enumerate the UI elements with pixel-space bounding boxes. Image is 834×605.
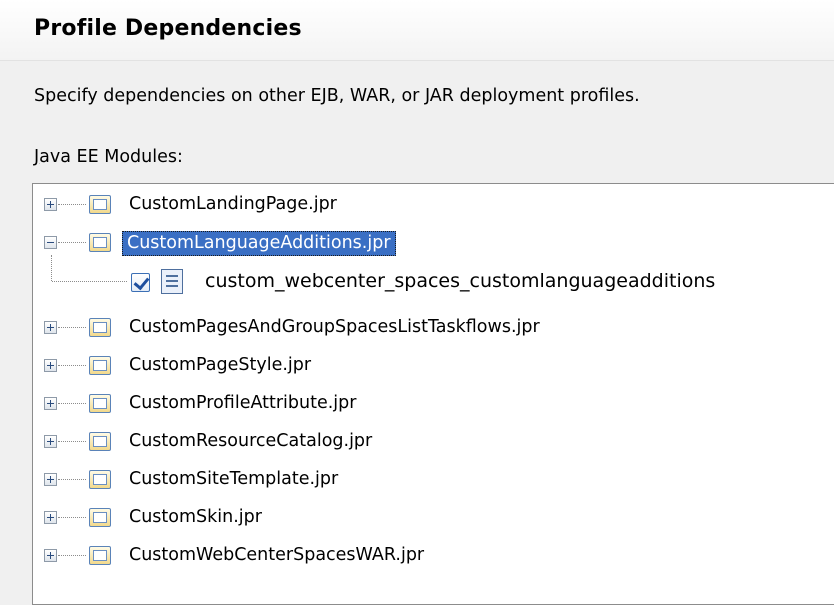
- tree-item-customprofileattribute[interactable]: CustomProfileAttribute.jpr: [33, 387, 834, 421]
- tree-item-customwebcenterspaceswar[interactable]: CustomWebCenterSpacesWAR.jpr: [33, 539, 834, 573]
- tree-item-label[interactable]: CustomSkin.jpr: [125, 506, 266, 529]
- java-ee-modules-label: Java EE Modules:: [34, 147, 183, 167]
- tree-item-label[interactable]: CustomSiteTemplate.jpr: [125, 468, 342, 491]
- label-rest: ava EE Modules:: [39, 147, 183, 167]
- page-title: Profile Dependencies: [34, 16, 302, 41]
- folder-icon: [89, 470, 111, 489]
- folder-icon: [89, 394, 111, 413]
- folder-icon: [89, 318, 111, 337]
- collapse-minus-icon[interactable]: [44, 236, 57, 249]
- expand-plus-icon[interactable]: [44, 511, 57, 524]
- tree-item-customskin[interactable]: CustomSkin.jpr: [33, 501, 834, 535]
- expand-plus-icon[interactable]: [44, 359, 57, 372]
- tree-item-customlanguageadditions[interactable]: CustomLanguageAdditions.jpr: [33, 226, 834, 260]
- folder-icon: [89, 233, 111, 252]
- document-icon: [161, 269, 183, 294]
- expand-plus-icon[interactable]: [44, 397, 57, 410]
- dependency-checkbox[interactable]: [131, 273, 150, 292]
- folder-icon: [89, 432, 111, 451]
- tree-item-label[interactable]: CustomPageStyle.jpr: [125, 354, 315, 377]
- tree-item-label[interactable]: CustomPagesAndGroupSpacesListTaskflows.j…: [125, 316, 544, 339]
- checkmark-icon: [133, 273, 150, 291]
- expand-plus-icon[interactable]: [44, 435, 57, 448]
- tree-item-label[interactable]: CustomProfileAttribute.jpr: [125, 392, 360, 415]
- expand-plus-icon[interactable]: [44, 321, 57, 334]
- folder-icon: [89, 508, 111, 527]
- tree-item-label[interactable]: CustomLandingPage.jpr: [125, 193, 341, 216]
- folder-icon: [89, 356, 111, 375]
- tree-item-custompagesandgroupspaces[interactable]: CustomPagesAndGroupSpacesListTaskflows.j…: [33, 311, 834, 345]
- folder-icon: [89, 546, 111, 565]
- modules-tree[interactable]: CustomLandingPage.jpr CustomLanguageAddi…: [32, 183, 834, 605]
- tree-item-customresourcecatalog[interactable]: CustomResourceCatalog.jpr: [33, 425, 834, 459]
- expand-plus-icon[interactable]: [44, 549, 57, 562]
- tree-child-label[interactable]: custom_webcenter_spaces_customlanguagead…: [205, 268, 715, 294]
- expand-plus-icon[interactable]: [44, 473, 57, 486]
- folder-icon: [89, 195, 111, 214]
- page-description: Specify dependencies on other EJB, WAR, …: [34, 86, 640, 106]
- tree-item-label[interactable]: CustomWebCenterSpacesWAR.jpr: [125, 544, 428, 567]
- tree-item-customsitetemplate[interactable]: CustomSiteTemplate.jpr: [33, 463, 834, 497]
- tree-item-label[interactable]: CustomResourceCatalog.jpr: [125, 430, 376, 453]
- tree-item-label-selected[interactable]: CustomLanguageAdditions.jpr: [122, 231, 396, 256]
- tree-item-custompagestyle[interactable]: CustomPageStyle.jpr: [33, 349, 834, 383]
- expand-plus-icon[interactable]: [44, 198, 57, 211]
- tree-item-customlandingpage[interactable]: CustomLandingPage.jpr: [33, 188, 834, 222]
- panel-header: Profile Dependencies: [0, 0, 834, 61]
